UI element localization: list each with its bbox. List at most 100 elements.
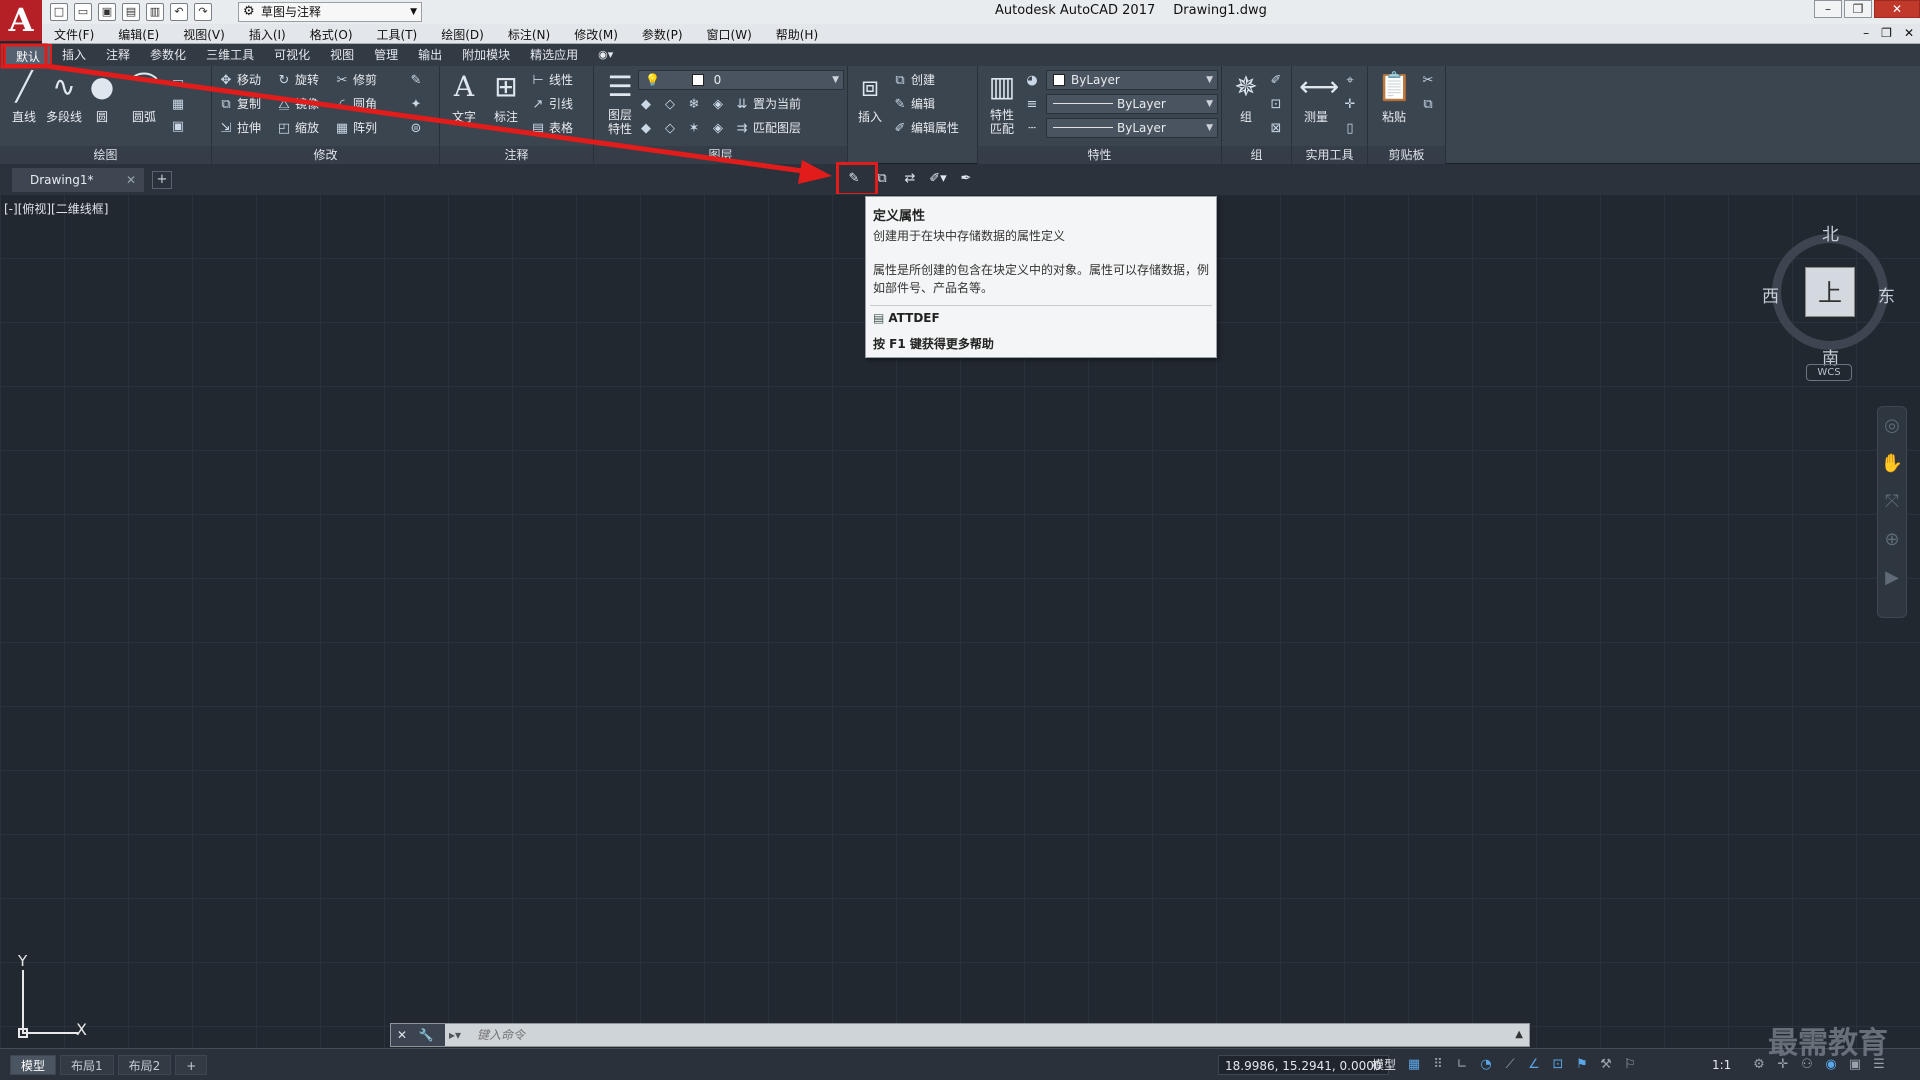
- document-tab[interactable]: Drawing1* ✕: [12, 168, 144, 192]
- compass-east[interactable]: 东: [1878, 282, 1895, 307]
- layout-tab-2[interactable]: 布局2: [117, 1055, 172, 1075]
- layer-select[interactable]: 💡 0 ▼: [638, 70, 844, 90]
- command-input[interactable]: [477, 1026, 1487, 1044]
- panel-draw-title[interactable]: 绘图: [0, 146, 211, 164]
- layout-tab-1[interactable]: 布局1: [60, 1055, 114, 1075]
- text-button[interactable]: A 文字: [442, 70, 486, 125]
- layer-tool-1[interactable]: ◆: [638, 94, 657, 114]
- restore-button[interactable]: ❐: [1844, 0, 1872, 18]
- group-select-button[interactable]: ⊠: [1268, 118, 1287, 138]
- menu-draw[interactable]: 绘图(D): [441, 26, 484, 43]
- dimension-button[interactable]: ⊞ 标注: [484, 70, 528, 125]
- panel-modify-title[interactable]: 修改: [212, 146, 439, 164]
- array-button[interactable]: ▦ 阵列: [334, 118, 377, 138]
- panel-properties-title[interactable]: 特性: [978, 146, 1221, 164]
- tab-output[interactable]: 输出: [408, 44, 452, 66]
- menu-edit[interactable]: 编辑(E): [118, 26, 159, 43]
- minimize-button[interactable]: –: [1814, 0, 1842, 18]
- menu-view[interactable]: 视图(V): [183, 26, 225, 43]
- stretch-button[interactable]: ⇲ 拉伸: [218, 118, 261, 138]
- redo-icon[interactable]: ↷: [194, 3, 212, 21]
- menu-window[interactable]: 窗口(W): [707, 26, 752, 43]
- save-as-icon[interactable]: ▤: [122, 3, 140, 21]
- tab-annotate[interactable]: 注释: [96, 44, 140, 66]
- calculator-button[interactable]: ▯: [1342, 118, 1361, 138]
- linetype-select[interactable]: ByLayer ▼: [1046, 94, 1218, 114]
- scale-button[interactable]: ◰ 缩放: [276, 118, 319, 138]
- tab-addins[interactable]: 附加模块: [452, 44, 520, 66]
- panel-utilities-title[interactable]: 实用工具: [1292, 146, 1367, 164]
- rotate-button[interactable]: ↻ 旋转: [276, 70, 319, 90]
- command-history-button[interactable]: ▲: [1515, 1024, 1523, 1046]
- ribbon-options-icon[interactable]: ◉▾: [588, 44, 623, 66]
- move-button[interactable]: ✥ 移动: [218, 70, 261, 90]
- workspace-select[interactable]: ⚙ 草图与注释 ▼: [238, 2, 422, 22]
- offset-button[interactable]: ⊜: [408, 118, 427, 138]
- workspace-switch-icon[interactable]: ⚙: [1750, 1055, 1768, 1075]
- snap-icon[interactable]: ⠿: [1429, 1055, 1447, 1075]
- color-select[interactable]: ByLayer ▼: [1046, 70, 1218, 90]
- rectangle-button[interactable]: ▭: [170, 72, 189, 92]
- tab-3d-tools[interactable]: 三维工具: [196, 44, 264, 66]
- application-menu-button[interactable]: A: [0, 0, 42, 41]
- tab-default[interactable]: 默认: [4, 44, 53, 66]
- doc-close-button[interactable]: ✕: [1904, 26, 1914, 40]
- quick-select-button[interactable]: ⌖: [1342, 70, 1361, 90]
- zoom-icon[interactable]: ⤧: [1878, 483, 1906, 521]
- layout-tab-model[interactable]: 模型: [10, 1055, 57, 1075]
- annotation-scale-icon[interactable]: ⚐: [1621, 1055, 1639, 1075]
- menu-modify[interactable]: 修改(M): [574, 26, 618, 43]
- mirror-button[interactable]: ⧋ 镜像: [276, 94, 319, 114]
- sync-attributes-button[interactable]: ⇄: [899, 168, 921, 190]
- undo-icon[interactable]: ↶: [170, 3, 188, 21]
- lineweight-select[interactable]: ByLayer ▼: [1046, 118, 1218, 138]
- match-layer-button[interactable]: ⇉ 匹配图层: [734, 118, 801, 138]
- table-button[interactable]: ▤ 表格: [530, 118, 573, 138]
- doc-restore-button[interactable]: ❐: [1881, 26, 1892, 40]
- linear-dim-button[interactable]: ⊢ 线性: [530, 70, 573, 90]
- layer-tool-5[interactable]: ◆: [638, 118, 657, 138]
- trim-button[interactable]: ✂ 修剪: [334, 70, 377, 90]
- steering-wheel-icon[interactable]: ◎: [1878, 407, 1906, 445]
- print-icon[interactable]: ▥: [146, 3, 164, 21]
- measure-button[interactable]: ⟷ 测量: [1294, 70, 1339, 125]
- coordinates-readout[interactable]: 18.9986, 15.2941, 0.0000: [1218, 1055, 1389, 1075]
- create-block-button[interactable]: ⧉ 创建: [892, 70, 935, 90]
- isodraft-icon[interactable]: ⟋: [1501, 1055, 1519, 1075]
- layer-tool-4[interactable]: ◈: [710, 94, 729, 114]
- annotation-visibility-icon[interactable]: ⚑: [1573, 1055, 1591, 1075]
- edit-attribute-button[interactable]: ✐▾: [927, 168, 949, 190]
- layer-tool-3[interactable]: ❄: [686, 94, 705, 114]
- menu-dimension[interactable]: 标注(N): [508, 26, 550, 43]
- close-button[interactable]: ✕: [1874, 0, 1920, 18]
- viewcube[interactable]: 上 北 南 东 西: [1760, 214, 1900, 374]
- compass-north[interactable]: 北: [1822, 220, 1839, 245]
- wcs-menu[interactable]: WCS: [1806, 364, 1852, 381]
- menu-tools[interactable]: 工具(T): [377, 26, 418, 43]
- tab-insert[interactable]: 插入: [52, 44, 96, 66]
- menu-format[interactable]: 格式(O): [310, 26, 353, 43]
- linetype-icon-button[interactable]: ┄: [1024, 118, 1043, 138]
- lineweight-icon-button[interactable]: ≡: [1024, 94, 1043, 114]
- tab-manage[interactable]: 管理: [364, 44, 408, 66]
- group-button[interactable]: ✵ 组: [1224, 70, 1268, 125]
- layer-tool-8[interactable]: ◈: [710, 118, 729, 138]
- auto-scale-icon[interactable]: ⚒: [1597, 1055, 1615, 1075]
- panel-groups-title[interactable]: 组: [1222, 146, 1291, 164]
- compass-west[interactable]: 西: [1762, 282, 1779, 307]
- layer-tool-2[interactable]: ◇: [662, 94, 681, 114]
- viewport-controls[interactable]: [-][俯视][二维线框]: [4, 200, 108, 217]
- arc-button[interactable]: ⌒ 圆弧: [122, 70, 166, 125]
- cut-button[interactable]: ✂: [1420, 70, 1439, 90]
- layer-tool-6[interactable]: ◇: [662, 118, 681, 138]
- hatch-button[interactable]: ▦: [170, 94, 189, 114]
- boundary-button[interactable]: ▣: [170, 116, 189, 136]
- erase-button[interactable]: ✎: [408, 70, 427, 90]
- paste-button[interactable]: 📋 粘贴: [1372, 70, 1416, 125]
- wrench-icon[interactable]: 🔧: [419, 1028, 434, 1042]
- tab-view[interactable]: 视图: [320, 44, 364, 66]
- close-icon[interactable]: ✕: [397, 1028, 407, 1042]
- edit-attributes-button[interactable]: ✐ 编辑属性: [892, 118, 959, 138]
- menu-help[interactable]: 帮助(H): [776, 26, 818, 43]
- tab-visualize[interactable]: 可视化: [264, 44, 320, 66]
